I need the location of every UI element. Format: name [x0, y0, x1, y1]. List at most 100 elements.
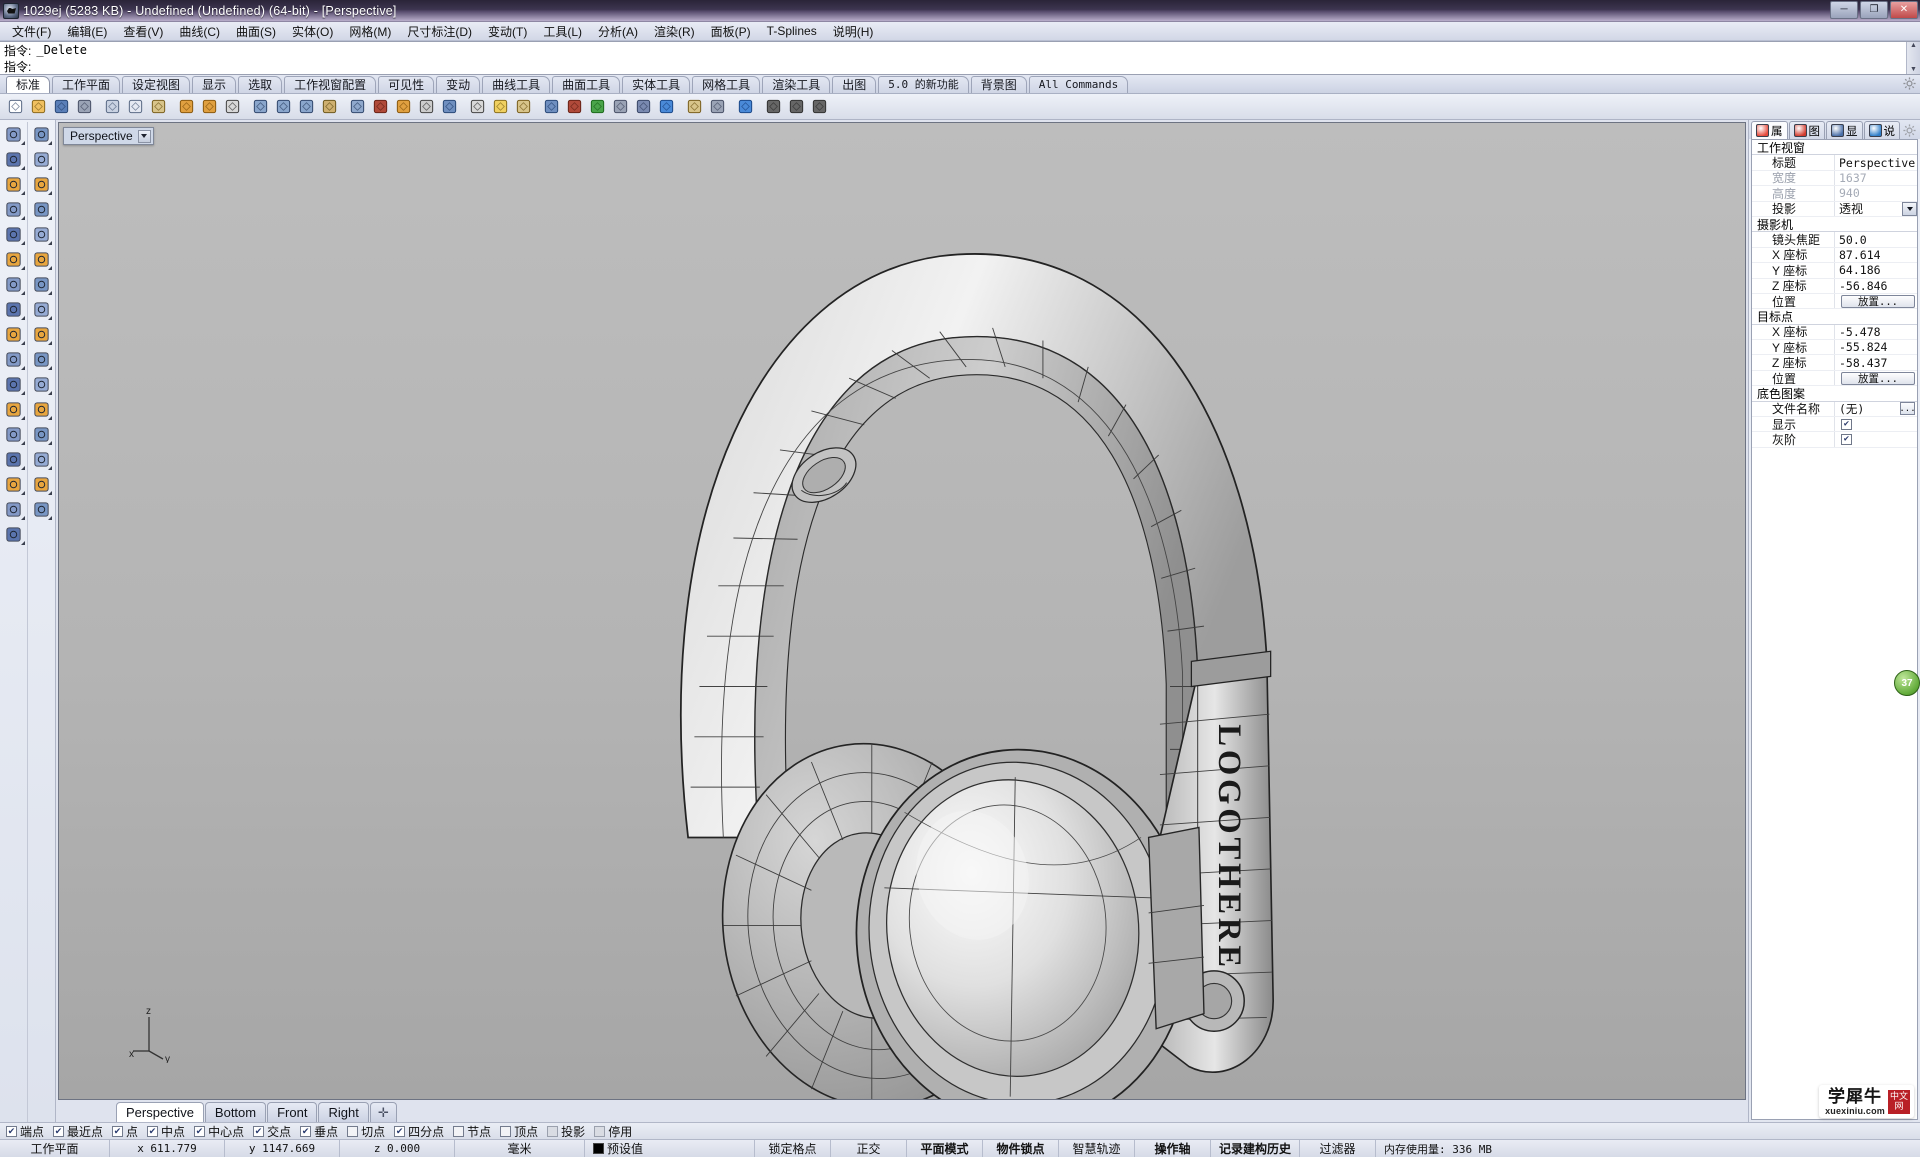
array-icon[interactable]	[2, 447, 26, 471]
perspective-viewport[interactable]: Perspective LOGOTHERE z x y	[58, 122, 1746, 1100]
osnap-option-3[interactable]: ✔ 中点	[147, 1123, 185, 1140]
snap-icon[interactable]	[466, 96, 488, 118]
flyout-arrow-icon[interactable]	[48, 391, 52, 395]
osnap-checkbox[interactable]	[594, 1125, 606, 1137]
menu-item-11[interactable]: 渲染(R)	[646, 22, 703, 41]
menu-item-5[interactable]: 实体(O)	[284, 22, 341, 41]
move-icon[interactable]	[29, 472, 53, 496]
flyout-arrow-icon[interactable]	[20, 541, 25, 545]
print-icon[interactable]	[73, 96, 95, 118]
menu-item-1[interactable]: 编辑(E)	[59, 22, 115, 41]
fillet-curve-icon[interactable]	[2, 397, 26, 421]
flyout-arrow-icon[interactable]	[48, 491, 52, 495]
osnap-checkbox[interactable]: ✔	[394, 1125, 406, 1137]
menu-item-0[interactable]: 文件(F)	[4, 22, 59, 41]
property-value-cell[interactable]: 940	[1834, 186, 1917, 201]
shade-icon[interactable]	[369, 96, 391, 118]
surface-patch-icon[interactable]	[29, 247, 53, 271]
flyout-arrow-icon[interactable]	[20, 216, 25, 220]
osnap-checkbox[interactable]: ✔	[194, 1125, 206, 1137]
point-icon[interactable]	[29, 122, 53, 146]
command-area[interactable]: 指令: _Delete 指令: ▲ ▼	[0, 41, 1920, 75]
osnap-checkbox[interactable]: ✔	[112, 1125, 124, 1137]
status-toggle-1[interactable]: 正交	[831, 1140, 907, 1157]
panel-tab-display-icon[interactable]: 显	[1826, 121, 1863, 139]
flyout-arrow-icon[interactable]	[20, 441, 25, 445]
flyout-arrow-icon[interactable]	[48, 516, 52, 520]
hexagon-icon[interactable]	[2, 222, 26, 246]
property-value-cell[interactable]: -58.437	[1834, 355, 1917, 370]
globe-icon[interactable]	[655, 96, 677, 118]
boolean-intersect-icon[interactable]	[29, 372, 53, 396]
cut-icon[interactable]	[101, 96, 123, 118]
mesh-box-icon[interactable]	[2, 472, 26, 496]
property-value-cell[interactable]: -55.824	[1834, 340, 1917, 355]
control-points-icon[interactable]	[2, 247, 26, 271]
redo-icon[interactable]	[198, 96, 220, 118]
osnap-option-2[interactable]: ✔ 点	[112, 1123, 138, 1140]
curve-cv-icon[interactable]	[29, 147, 53, 171]
flyout-arrow-icon[interactable]	[48, 266, 52, 270]
osnap-checkbox[interactable]	[347, 1125, 359, 1137]
osnap-checkbox[interactable]	[547, 1125, 559, 1137]
property-checkbox[interactable]: ✔	[1841, 434, 1852, 446]
dots3-icon[interactable]	[808, 96, 830, 118]
osnap-option-5[interactable]: ✔ 交点	[253, 1123, 291, 1140]
boolean-icon[interactable]	[563, 96, 585, 118]
mirror-icon[interactable]	[29, 447, 53, 471]
toolbar-tab-15[interactable]: 背景图	[970, 76, 1027, 93]
panel-gear-icon[interactable]	[1903, 124, 1916, 137]
flyout-arrow-icon[interactable]	[20, 141, 25, 145]
menu-item-7[interactable]: 尺寸标注(D)	[399, 22, 480, 41]
toolbar-tab-2[interactable]: 设定视图	[122, 76, 191, 93]
explode-icon[interactable]	[2, 322, 26, 346]
scroll-down-icon[interactable]: ▼	[1910, 66, 1917, 74]
menu-item-2[interactable]: 查看(V)	[115, 22, 171, 41]
browse-button[interactable]: ...	[1899, 402, 1916, 416]
flyout-arrow-icon[interactable]	[48, 466, 52, 470]
osnap-option-0[interactable]: ✔ 端点	[6, 1123, 44, 1140]
boolean-diff-icon[interactable]	[29, 347, 53, 371]
lock-icon[interactable]	[512, 96, 534, 118]
polyline-icon[interactable]	[2, 147, 26, 171]
minimize-button[interactable]: ─	[1830, 1, 1858, 19]
menu-item-14[interactable]: 说明(H)	[825, 22, 882, 41]
cylinder-icon[interactable]	[2, 297, 26, 321]
command-prompt-line[interactable]: 指令:	[4, 58, 1920, 74]
status-toggle-3[interactable]: 物件锁点	[983, 1140, 1059, 1157]
osnap-checkbox[interactable]	[453, 1125, 465, 1137]
osnap-option-1[interactable]: ✔ 最近点	[53, 1123, 103, 1140]
status-cplane[interactable]: 工作平面	[0, 1140, 110, 1157]
layer-color-swatch[interactable]	[593, 1143, 604, 1154]
osnap-checkbox[interactable]: ✔	[6, 1125, 17, 1137]
wrench-icon[interactable]	[706, 96, 728, 118]
toolbar-tab-10[interactable]: 实体工具	[622, 76, 691, 93]
open-file-icon[interactable]	[27, 96, 49, 118]
panel-tab-help-icon[interactable]: 说	[1863, 121, 1900, 139]
dots1-icon[interactable]	[762, 96, 784, 118]
chevron-down-icon[interactable]	[1902, 201, 1917, 216]
osnap-checkbox[interactable]	[500, 1125, 512, 1137]
notification-badge[interactable]: 37	[1894, 670, 1920, 696]
undo-icon[interactable]	[175, 96, 197, 118]
toolbar-tab-11[interactable]: 网格工具	[692, 76, 761, 93]
osnap-checkbox[interactable]: ✔	[253, 1125, 265, 1137]
viewport-tab-perspective[interactable]: Perspective	[116, 1102, 204, 1122]
torus-icon[interactable]	[632, 96, 654, 118]
status-toggle-0[interactable]: 锁定格点	[755, 1140, 831, 1157]
arc-icon[interactable]	[29, 222, 53, 246]
menu-item-6[interactable]: 网格(M)	[341, 22, 399, 41]
osnap-option-11[interactable]: 投影	[547, 1123, 585, 1140]
property-value-cell[interactable]: 50.0	[1834, 232, 1917, 247]
help-icon[interactable]	[734, 96, 756, 118]
box-icon[interactable]	[2, 272, 26, 296]
grid-icon[interactable]	[346, 96, 368, 118]
flyout-arrow-icon[interactable]	[20, 266, 25, 270]
light-icon[interactable]	[489, 96, 511, 118]
toolbar-tab-9[interactable]: 曲面工具	[552, 76, 621, 93]
pan-icon[interactable]	[221, 96, 243, 118]
status-toggle-5[interactable]: 操作轴	[1135, 1140, 1211, 1157]
flyout-arrow-icon[interactable]	[20, 241, 25, 245]
place-button[interactable]: 放置...	[1841, 294, 1915, 308]
polygon-icon[interactable]	[2, 197, 26, 221]
